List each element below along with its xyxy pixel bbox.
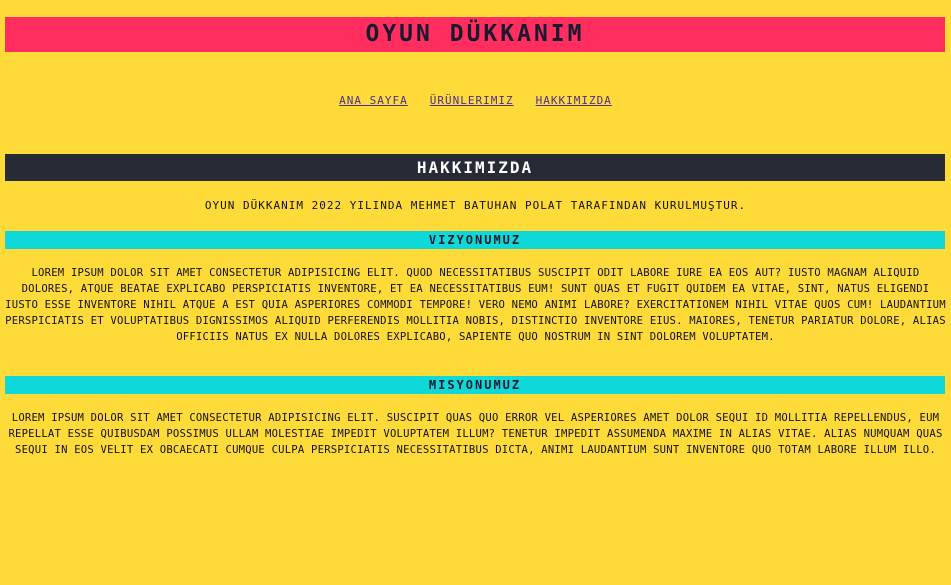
vision-text: LOREM IPSUM DOLOR SIT AMET CONSECTETUR A… (5, 267, 946, 343)
mission-title: MISYONUMUZ (428, 378, 522, 392)
mission-text: LOREM IPSUM DOLOR SIT AMET CONSECTETUR A… (8, 412, 943, 456)
site-header: OYUN DÜKKANIM (5, 17, 945, 52)
about-heading-bar: HAKKIMIZDA (5, 154, 945, 181)
nav-link-about[interactable]: HAKKIMIZDA (536, 94, 612, 107)
site-title: OYUN DÜKKANIM (365, 21, 585, 47)
about-title: HAKKIMIZDA (416, 158, 534, 177)
nav-link-home[interactable]: ANA SAYFA (339, 94, 408, 107)
mission-heading-bar: MISYONUMUZ (5, 376, 945, 394)
about-intro-text: OYUN DÜKKANIM 2022 YILINDA MEHMET BATUHA… (204, 199, 747, 212)
vision-heading-bar: VIZYONUMUZ (5, 231, 945, 249)
main-nav: ANA SAYFA ÜRÜNLERIMIZ HAKKIMIZDA (0, 94, 951, 107)
vision-title: VIZYONUMUZ (428, 233, 522, 247)
nav-link-products[interactable]: ÜRÜNLERIMIZ (430, 94, 514, 107)
